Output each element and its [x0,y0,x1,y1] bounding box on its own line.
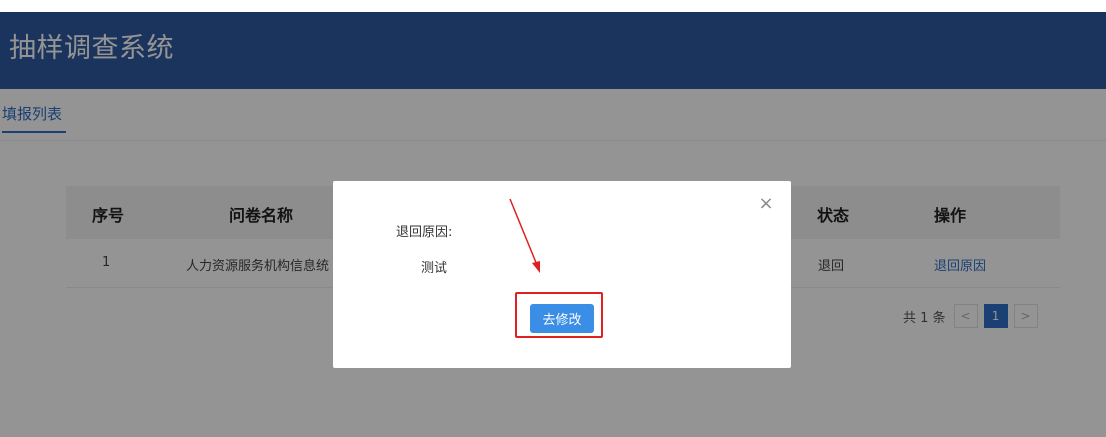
annotation-arrow-icon [509,198,540,273]
return-reason-dialog: × 退回原因: 测试 去修改 [333,181,791,368]
